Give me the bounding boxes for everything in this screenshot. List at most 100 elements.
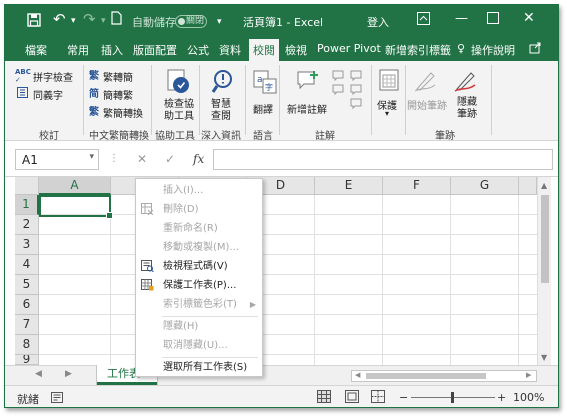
menu-item-select-all-sheets[interactable]: 選取所有工作表(S) — [136, 358, 262, 377]
formula-bar: A1 ▾ ⋮ ✕ ✓ fx — [5, 141, 558, 177]
autosave-toggle[interactable]: 關閉 — [175, 15, 207, 28]
share-icon[interactable] — [529, 41, 542, 57]
sheet-tab-bar: ◀ ▶ 工作表1 ◀ ▶ — [5, 365, 558, 385]
menu-item-move-copy[interactable]: 移動或複製(M)... — [136, 238, 262, 257]
tab-home[interactable]: 常用 — [67, 42, 89, 58]
start-inking-button[interactable]: 開始筆跡 — [407, 97, 447, 112]
normal-view-icon[interactable] — [317, 390, 331, 406]
new-comment-button[interactable]: 新增註解 — [287, 101, 327, 116]
chevron-down-icon[interactable]: ▾ — [89, 152, 94, 162]
maximize-icon[interactable] — [487, 12, 499, 28]
formula-input[interactable] — [213, 149, 553, 170]
column-header-e[interactable]: E — [315, 177, 383, 195]
signin-link[interactable]: 登入 — [367, 14, 389, 30]
menu-item-protect-sheet[interactable]: 保護工作表(P)... — [136, 276, 262, 295]
tab-formulas[interactable]: 公式 — [187, 42, 209, 58]
horizontal-scroll-thumb[interactable] — [366, 373, 486, 379]
excel-window: ↶ ▾ ↷ ▾ 自動儲存 關閉 ▾ 活頁簿1 - Excel 登入 — ✕ 檔案… — [4, 4, 559, 408]
row-header-7[interactable]: 7 — [15, 315, 39, 335]
customize-toolbar-icon[interactable]: ▾ — [217, 17, 222, 27]
tab-review[interactable]: 校閱 — [249, 39, 279, 61]
tab-data[interactable]: 資料 — [219, 42, 241, 58]
spell-check-icon: ABC ✓ — [15, 68, 31, 84]
column-header-a[interactable]: A — [39, 177, 111, 195]
save-icon[interactable] — [27, 13, 41, 31]
zoom-level[interactable]: 100% — [513, 391, 544, 404]
row-header-1[interactable]: 1 — [15, 195, 39, 215]
undo-dropdown-icon[interactable]: ▾ — [71, 16, 76, 26]
menu-item-view-code[interactable]: 檢視程式碼(V) — [136, 257, 262, 276]
tab-insert[interactable]: 插入 — [101, 42, 123, 58]
menu-item-unhide[interactable]: 取消隱藏(U)... — [136, 336, 262, 355]
menu-item-label: 插入(I)... — [163, 185, 204, 196]
translate-button[interactable]: 翻譯 — [253, 101, 273, 116]
menu-item-tab-color[interactable]: 索引標籤色彩(T) ▶ — [136, 295, 262, 314]
column-header-partial[interactable] — [519, 177, 537, 195]
to-traditional-button[interactable]: 簡轉繁 — [103, 87, 133, 102]
svg-text:a: a — [257, 75, 263, 85]
column-header-g[interactable]: G — [451, 177, 519, 195]
sheet-next-icon[interactable]: ▶ — [65, 369, 72, 379]
horizontal-scrollbar[interactable]: ◀ ▶ — [351, 370, 537, 382]
zoom-out-button[interactable]: − — [399, 391, 408, 404]
close-icon[interactable]: ✕ — [523, 10, 535, 26]
redo-dropdown-icon[interactable]: ▾ — [101, 16, 106, 26]
tab-view[interactable]: 檢視 — [285, 42, 307, 58]
row-header-2[interactable]: 2 — [15, 215, 39, 235]
enter-icon[interactable]: ✓ — [165, 152, 175, 166]
vertical-scroll-thumb[interactable] — [541, 195, 549, 283]
gridline — [314, 195, 315, 365]
tab-power-pivot[interactable]: Power Pivot — [317, 42, 381, 55]
tab-page-layout[interactable]: 版面配置 — [133, 42, 177, 58]
conversion-icon: 繁 — [89, 107, 99, 118]
check-accessibility-button[interactable]: 檢查協助工具 — [161, 99, 197, 123]
menu-item-rename[interactable]: 重新命名(R) — [136, 219, 262, 238]
row-header-3[interactable]: 3 — [15, 235, 39, 255]
row-header-6[interactable]: 6 — [15, 295, 39, 315]
row-header-5[interactable]: 5 — [15, 275, 39, 295]
tell-me-search[interactable]: 操作說明 — [471, 42, 515, 58]
vertical-scrollbar[interactable]: ▲ ▼ — [537, 177, 551, 365]
redo-icon[interactable]: ↷ — [83, 10, 96, 28]
active-cell-a1[interactable] — [39, 195, 113, 219]
menu-item-hide[interactable]: 隱藏(H) — [136, 317, 262, 336]
row-header-8[interactable]: 8 — [15, 335, 39, 355]
page-layout-view-icon[interactable] — [345, 390, 359, 406]
gridline — [39, 234, 537, 235]
hide-ink-button[interactable]: 隱藏筆跡 — [455, 97, 479, 121]
macro-record-icon[interactable] — [51, 392, 63, 406]
cancel-icon[interactable]: ✕ — [137, 152, 147, 166]
translate-icon: a字 — [253, 69, 277, 98]
spell-check-button[interactable]: 拼字檢查 — [33, 69, 73, 84]
page-break-view-icon[interactable] — [371, 390, 385, 406]
row-header-4[interactable]: 4 — [15, 255, 39, 275]
to-simplified-button[interactable]: 繁轉簡 — [103, 69, 133, 84]
accessibility-check-icon — [167, 69, 191, 98]
select-all-corner[interactable] — [15, 177, 39, 195]
menu-item-insert[interactable]: 插入(I)... — [136, 181, 262, 200]
scroll-left-icon[interactable]: ◀ — [355, 371, 360, 379]
scroll-up-icon[interactable]: ▲ — [541, 181, 547, 190]
tab-new-tab[interactable]: 新增索引標籤 — [385, 42, 451, 58]
ribbon-display-icon[interactable] — [417, 12, 430, 29]
row-header-9[interactable]: 9 — [15, 355, 39, 365]
zoom-slider-thumb[interactable] — [451, 392, 454, 403]
tab-file[interactable]: 檔案 — [25, 42, 47, 58]
smart-lookup-button[interactable]: 智慧查閱 — [207, 99, 235, 123]
scroll-right-icon[interactable]: ▶ — [526, 371, 531, 379]
status-bar: 就緒 − + 100% — [5, 385, 558, 407]
new-document-icon[interactable] — [111, 11, 122, 29]
zoom-in-button[interactable]: + — [497, 391, 506, 404]
name-box[interactable]: A1 ▾ — [15, 149, 99, 170]
insert-function-icon[interactable]: fx — [193, 152, 204, 166]
gridline — [39, 254, 537, 255]
column-header-f[interactable]: F — [383, 177, 451, 195]
chinese-conversion-button[interactable]: 繁簡轉換 — [103, 105, 143, 120]
scroll-down-icon[interactable]: ▼ — [541, 353, 547, 362]
protect-dropdown-icon[interactable]: ▾ — [385, 109, 389, 118]
sheet-prev-icon[interactable]: ◀ — [35, 369, 42, 379]
minimize-icon[interactable]: — — [455, 11, 468, 26]
thesaurus-button[interactable]: 同義字 — [33, 87, 63, 102]
menu-item-delete[interactable]: 刪除(D) — [136, 200, 262, 219]
undo-icon[interactable]: ↶ — [53, 10, 66, 28]
